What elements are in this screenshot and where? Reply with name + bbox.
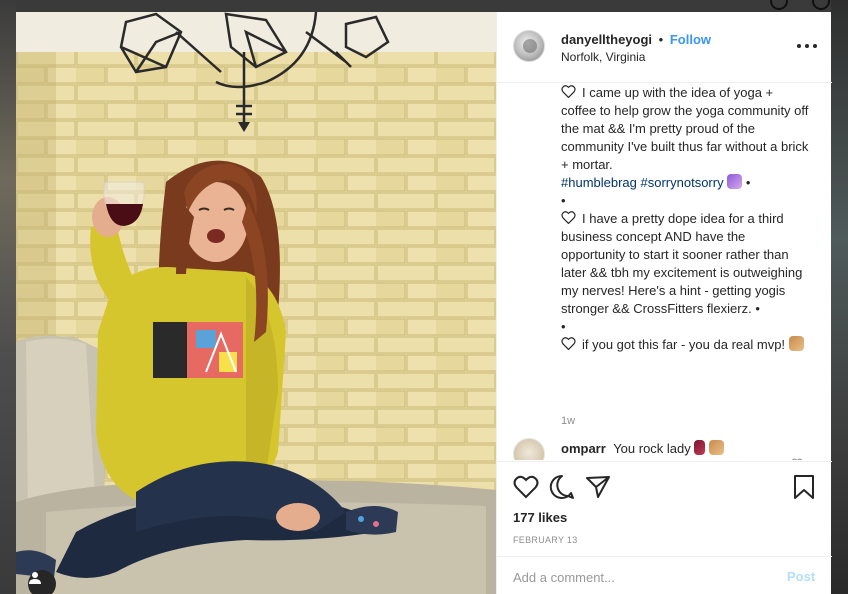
heart-outline-icon xyxy=(561,85,576,98)
post-caption: I came up with the idea of yoga + coffee… xyxy=(561,84,811,354)
add-comment-bar: Post xyxy=(497,556,832,594)
more-dot xyxy=(805,44,809,48)
author-username[interactable]: danyelltheyogi xyxy=(561,32,652,47)
post-details-panel: danyelltheyogi • Follow Norfolk, Virgini… xyxy=(496,12,832,594)
tagged-people-icon[interactable] xyxy=(28,570,56,594)
comments-list[interactable]: I came up with the idea of yoga + coffee… xyxy=(497,84,832,460)
header-line: danyelltheyogi • Follow xyxy=(561,32,711,47)
comment-icon[interactable] xyxy=(549,474,575,500)
heart-outline-icon xyxy=(561,337,576,350)
hashtag-sorrynotsorry[interactable]: #sorrynotsorry xyxy=(641,175,724,190)
caption-paragraph-3: if you got this far - you da real mvp! xyxy=(582,337,786,352)
more-dot xyxy=(797,44,801,48)
raising-hands-emoji-icon xyxy=(709,440,725,455)
commenter-avatar[interactable] xyxy=(513,438,545,460)
caption-time[interactable]: 1w xyxy=(561,415,575,427)
follow-button[interactable]: Follow xyxy=(670,32,711,47)
shrug-emoji-icon xyxy=(727,174,743,189)
commenter-username[interactable]: omparr xyxy=(561,441,606,456)
bookmark-icon[interactable] xyxy=(791,474,817,500)
backdrop-right xyxy=(831,0,848,594)
photo-illustration xyxy=(16,12,496,594)
comment-input[interactable] xyxy=(513,567,763,587)
post-modal: danyelltheyogi • Follow Norfolk, Virgini… xyxy=(16,12,832,594)
heart-icon[interactable] xyxy=(513,474,539,500)
post-location[interactable]: Norfolk, Virginia xyxy=(561,50,645,64)
backdrop-left xyxy=(0,0,16,594)
post-date[interactable]: FEBRUARY 13 xyxy=(513,535,578,545)
comment-like-icon[interactable] xyxy=(791,458,803,460)
header-separator: • xyxy=(658,32,664,47)
caption-paragraph-2: I have a pretty dope idea for a third bu… xyxy=(561,211,803,316)
comment-text-line: omparr You rock lady xyxy=(561,440,725,456)
hashtag-humblebrag[interactable]: #humblebrag xyxy=(561,175,637,190)
post-comment-button[interactable]: Post xyxy=(787,569,815,584)
wine-emoji-icon xyxy=(694,440,706,455)
caption-paragraph-1: I came up with the idea of yoga + coffee… xyxy=(561,85,809,172)
backdrop-top xyxy=(0,0,848,12)
post-header: danyelltheyogi • Follow Norfolk, Virgini… xyxy=(497,12,832,83)
heart-outline-icon xyxy=(561,211,576,224)
more-options-icon[interactable] xyxy=(797,38,817,54)
caption-bullet: • xyxy=(745,175,751,190)
comment-body: You rock lady xyxy=(613,441,691,456)
comment-item: omparr You rock lady xyxy=(513,438,823,460)
post-photo[interactable] xyxy=(16,12,496,594)
author-avatar[interactable] xyxy=(513,30,545,62)
caption-bullet: • xyxy=(561,193,566,208)
likes-count[interactable]: 177 likes xyxy=(513,510,567,525)
raising-hands-emoji-icon xyxy=(788,336,804,351)
post-actions: 177 likes FEBRUARY 13 xyxy=(497,461,832,556)
more-dot xyxy=(813,44,817,48)
share-icon[interactable] xyxy=(585,474,611,500)
caption-bullet: • xyxy=(561,319,566,334)
